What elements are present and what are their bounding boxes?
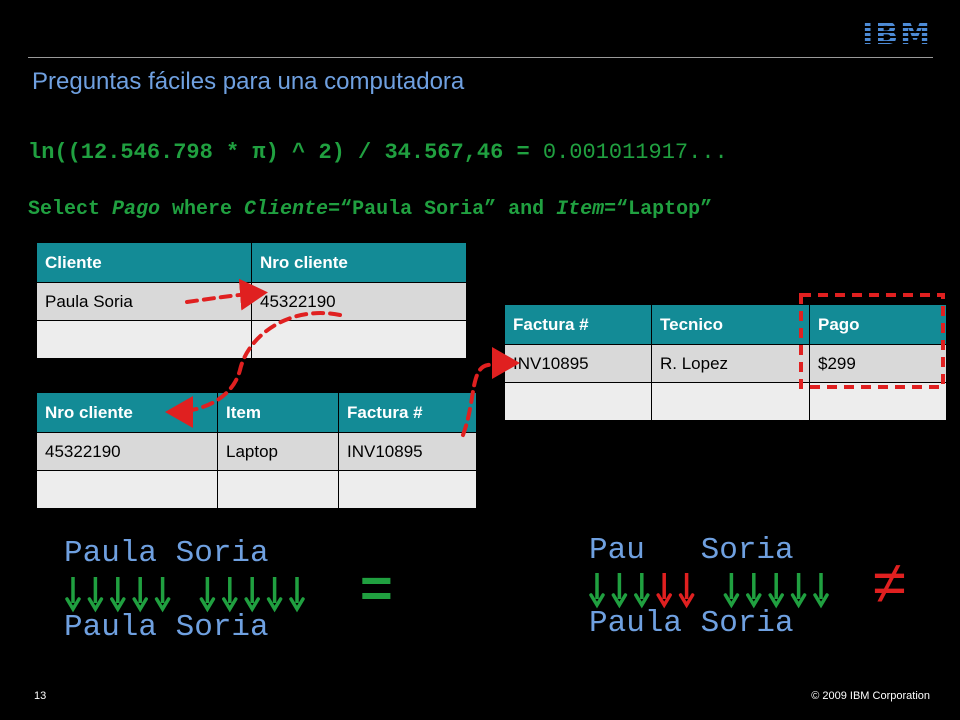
pago-highlight-box [799, 293, 945, 389]
match-arrows-left [65, 577, 305, 613]
link-arrow-nro-cliente [165, 311, 342, 428]
left-bottom-name: Paula Soria [64, 610, 269, 645]
left-top-name: Paula Soria [64, 536, 269, 571]
match-arrows-right [589, 573, 829, 609]
link-arrow-cliente [185, 278, 268, 311]
copyright: © 2009 IBM Corporation [811, 690, 930, 702]
link-arrow-factura [461, 347, 520, 437]
equals-sign: = [360, 556, 393, 619]
page-number: 13 [34, 690, 47, 702]
right-bottom-name: Paula Soria [589, 606, 794, 641]
not-equals-sign: ≠ [873, 549, 906, 616]
right-top-name: Pau Soria [589, 533, 794, 568]
